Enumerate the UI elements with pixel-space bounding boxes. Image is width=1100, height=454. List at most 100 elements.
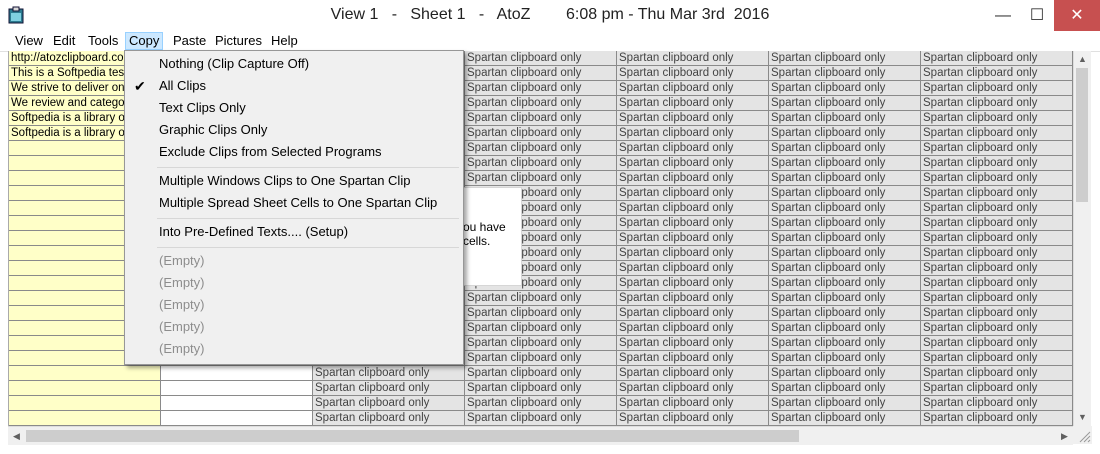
sheet-cell[interactable]: Spartan clipboard only <box>465 111 617 126</box>
sheet-cell[interactable]: Spartan clipboard only <box>465 156 617 171</box>
sheet-cell[interactable]: Spartan clipboard only <box>617 411 769 426</box>
sheet-cell[interactable]: Spartan clipboard only <box>769 291 921 306</box>
sheet-cell[interactable]: Spartan clipboard only <box>921 306 1073 321</box>
menu-paste[interactable]: Paste <box>170 33 209 49</box>
menu-pictures[interactable]: Pictures <box>212 33 265 49</box>
sheet-cell[interactable]: Spartan clipboard only <box>465 81 617 96</box>
sheet-cell[interactable]: Spartan clipboard only <box>617 126 769 141</box>
sheet-cell[interactable]: Spartan clipboard only <box>617 246 769 261</box>
sheet-cell[interactable]: Spartan clipboard only <box>617 201 769 216</box>
sheet-cell[interactable]: Spartan clipboard only <box>617 111 769 126</box>
sheet-cell[interactable]: Spartan clipboard only <box>769 156 921 171</box>
vertical-scroll-thumb[interactable] <box>1076 68 1088 202</box>
sheet-cell[interactable]: Spartan clipboard only <box>617 81 769 96</box>
menu-item-graphic-clips-only[interactable]: Graphic Clips Only <box>127 119 461 141</box>
menu-item-multiple-spreadsheet-cells[interactable]: Multiple Spread Sheet Cells to One Spart… <box>127 192 461 214</box>
sheet-cell[interactable]: Spartan clipboard only <box>921 216 1073 231</box>
sheet-cell[interactable]: Spartan clipboard only <box>769 96 921 111</box>
menu-item-nothing[interactable]: Nothing (Clip Capture Off) <box>127 53 461 75</box>
sheet-cell[interactable]: Spartan clipboard only <box>769 51 921 66</box>
sheet-cell[interactable]: Spartan clipboard only <box>921 261 1073 276</box>
menu-item-all-clips[interactable]: ✔ All Clips <box>127 75 461 97</box>
sheet-cell[interactable]: Spartan clipboard only <box>921 201 1073 216</box>
sheet-cell[interactable]: Spartan clipboard only <box>769 201 921 216</box>
horizontal-scroll-thumb[interactable] <box>26 430 799 442</box>
sheet-cell[interactable]: Spartan clipboard only <box>921 276 1073 291</box>
sheet-cell[interactable]: Spartan clipboard only <box>921 381 1073 396</box>
sheet-cell[interactable]: Spartan clipboard only <box>313 366 465 381</box>
sheet-cell[interactable]: Spartan clipboard only <box>313 396 465 411</box>
sheet-cell[interactable]: Spartan clipboard only <box>617 96 769 111</box>
sheet-cell[interactable]: Spartan clipboard only <box>617 291 769 306</box>
sheet-cell[interactable]: Spartan clipboard only <box>465 366 617 381</box>
menu-item-predefined-texts[interactable]: Into Pre-Defined Texts.... (Setup) <box>127 221 461 243</box>
sheet-cell[interactable]: Spartan clipboard only <box>617 231 769 246</box>
scroll-left-arrow-icon[interactable]: ◀ <box>8 431 25 442</box>
sheet-cell[interactable]: Spartan clipboard only <box>465 381 617 396</box>
sheet-cell[interactable] <box>9 381 161 396</box>
sheet-cell[interactable]: Spartan clipboard only <box>617 51 769 66</box>
sheet-cell[interactable] <box>161 381 313 396</box>
sheet-cell[interactable]: Spartan clipboard only <box>465 141 617 156</box>
sheet-cell[interactable]: Spartan clipboard only <box>769 261 921 276</box>
close-button[interactable]: ✕ <box>1054 0 1100 31</box>
scroll-up-arrow-icon[interactable]: ▲ <box>1074 54 1091 64</box>
scroll-down-arrow-icon[interactable]: ▼ <box>1074 412 1091 422</box>
sheet-cell[interactable]: Spartan clipboard only <box>465 171 617 186</box>
sheet-cell[interactable]: Spartan clipboard only <box>313 411 465 426</box>
sheet-cell[interactable]: Spartan clipboard only <box>921 336 1073 351</box>
sheet-cell[interactable]: Spartan clipboard only <box>921 96 1073 111</box>
sheet-cell[interactable] <box>9 411 161 426</box>
menu-copy[interactable]: Copy <box>125 32 164 50</box>
sheet-cell[interactable]: Spartan clipboard only <box>921 186 1073 201</box>
sheet-cell[interactable]: Spartan clipboard only <box>769 351 921 366</box>
menu-item-exclude-clips[interactable]: Exclude Clips from Selected Programs <box>127 141 461 163</box>
sheet-cell[interactable]: Spartan clipboard only <box>769 381 921 396</box>
sheet-cell[interactable]: Spartan clipboard only <box>921 111 1073 126</box>
minimize-button[interactable]: — <box>986 0 1020 31</box>
sheet-cell[interactable]: Spartan clipboard only <box>769 186 921 201</box>
sheet-cell[interactable]: Spartan clipboard only <box>617 261 769 276</box>
sheet-cell[interactable]: Spartan clipboard only <box>921 351 1073 366</box>
sheet-cell[interactable]: Spartan clipboard only <box>921 246 1073 261</box>
sheet-cell[interactable]: Spartan clipboard only <box>617 366 769 381</box>
sheet-cell[interactable] <box>9 366 161 381</box>
sheet-cell[interactable]: Spartan clipboard only <box>617 171 769 186</box>
sheet-cell[interactable]: Spartan clipboard only <box>465 126 617 141</box>
menu-tools[interactable]: Tools <box>85 33 121 49</box>
sheet-cell[interactable]: Spartan clipboard only <box>921 411 1073 426</box>
sheet-cell[interactable]: Spartan clipboard only <box>617 141 769 156</box>
sheet-cell[interactable] <box>161 396 313 411</box>
horizontal-scrollbar[interactable]: ◀ ▶ <box>8 426 1073 445</box>
vertical-scrollbar[interactable]: ▲ ▼ <box>1073 51 1091 426</box>
sheet-cell[interactable]: Spartan clipboard only <box>921 66 1073 81</box>
sheet-cell[interactable]: Spartan clipboard only <box>921 171 1073 186</box>
sheet-cell[interactable]: Spartan clipboard only <box>921 291 1073 306</box>
menu-item-text-clips-only[interactable]: Text Clips Only <box>127 97 461 119</box>
sheet-cell[interactable]: Spartan clipboard only <box>465 306 617 321</box>
sheet-cell[interactable]: Spartan clipboard only <box>465 396 617 411</box>
resize-grip-icon[interactable] <box>1073 426 1092 444</box>
maximize-button[interactable]: ☐ <box>1020 0 1054 31</box>
menu-edit[interactable]: Edit <box>50 33 78 49</box>
sheet-cell[interactable]: Spartan clipboard only <box>769 246 921 261</box>
sheet-cell[interactable]: Spartan clipboard only <box>769 411 921 426</box>
sheet-cell[interactable]: Spartan clipboard only <box>617 381 769 396</box>
sheet-cell[interactable]: Spartan clipboard only <box>769 81 921 96</box>
sheet-cell[interactable]: Spartan clipboard only <box>921 396 1073 411</box>
sheet-cell[interactable]: Spartan clipboard only <box>769 66 921 81</box>
sheet-cell[interactable]: Spartan clipboard only <box>921 156 1073 171</box>
sheet-cell[interactable]: Spartan clipboard only <box>921 366 1073 381</box>
sheet-cell[interactable]: Spartan clipboard only <box>465 96 617 111</box>
sheet-cell[interactable]: Spartan clipboard only <box>769 321 921 336</box>
sheet-cell[interactable]: Spartan clipboard only <box>921 231 1073 246</box>
sheet-cell[interactable]: Spartan clipboard only <box>617 66 769 81</box>
sheet-cell[interactable]: Spartan clipboard only <box>617 186 769 201</box>
sheet-cell[interactable]: Spartan clipboard only <box>921 321 1073 336</box>
menu-item-multiple-windows-clips[interactable]: Multiple Windows Clips to One Spartan Cl… <box>127 170 461 192</box>
sheet-cell[interactable] <box>161 366 313 381</box>
sheet-cell[interactable]: Spartan clipboard only <box>769 366 921 381</box>
sheet-cell[interactable]: Spartan clipboard only <box>617 396 769 411</box>
sheet-cell[interactable]: Spartan clipboard only <box>769 306 921 321</box>
sheet-cell[interactable]: Spartan clipboard only <box>769 126 921 141</box>
